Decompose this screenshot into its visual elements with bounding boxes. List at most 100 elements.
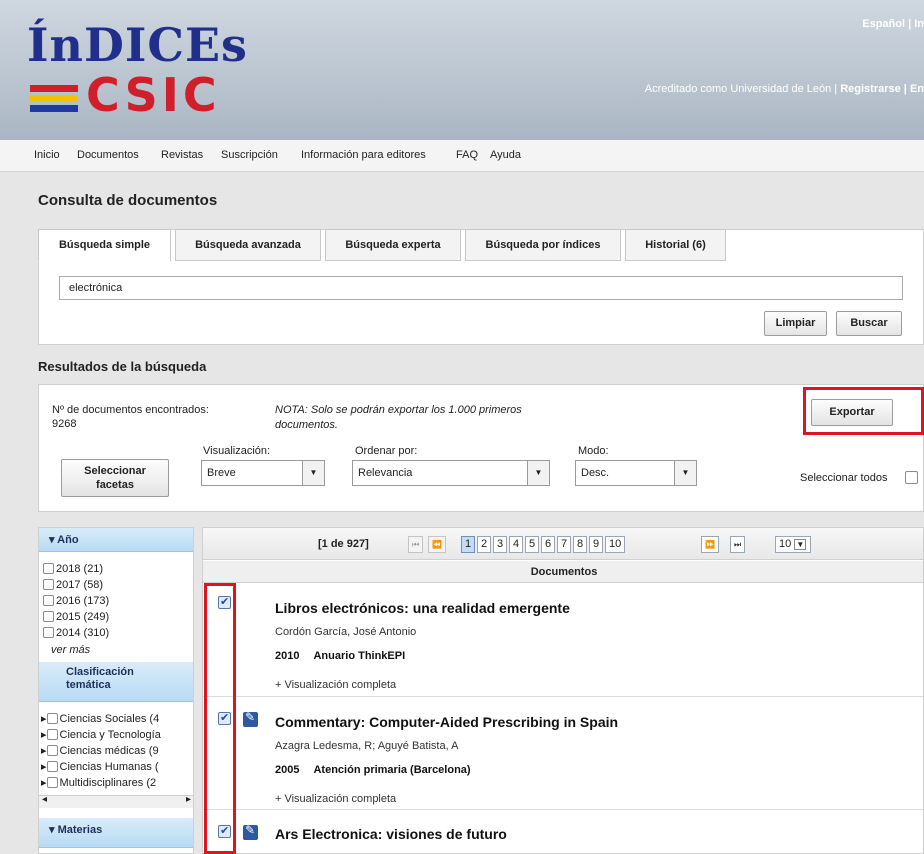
result-item: Ars Electronica: visiones de futuro: [203, 811, 923, 853]
tab-busqueda-simple[interactable]: Búsqueda simple: [38, 229, 171, 262]
facet-checkbox[interactable]: [43, 563, 54, 574]
full-view-link[interactable]: + Visualización completa: [275, 793, 396, 805]
scroll-right-icon[interactable]: ▸: [186, 794, 191, 805]
tab-busqueda-experta[interactable]: Búsqueda experta: [325, 229, 461, 261]
facet-class-item[interactable]: ▸ Ciencias Humanas (: [41, 760, 159, 773]
logo-csic[interactable]: CSIC: [86, 68, 221, 122]
horizontal-scrollbar[interactable]: ◂ ▸: [39, 794, 193, 808]
facet-year-item[interactable]: 2018 (21): [43, 563, 103, 575]
facet-label: 2014 (310): [56, 627, 110, 639]
page-button-4[interactable]: 4: [509, 536, 524, 553]
page-button-6[interactable]: 6: [541, 536, 556, 553]
facet-class-header[interactable]: Clasificación temática: [39, 662, 193, 702]
facet-year-item[interactable]: 2014 (310): [43, 627, 109, 639]
page-button-10[interactable]: 10: [605, 536, 626, 553]
facet-year-item[interactable]: 2016 (173): [43, 595, 109, 607]
clear-button[interactable]: Limpiar: [764, 311, 827, 336]
nav-inicio[interactable]: Inicio: [34, 149, 60, 161]
facet-label: Ciencia y Tecnología: [59, 729, 161, 741]
full-view-link[interactable]: + Visualización completa: [275, 679, 396, 691]
facet-checkbox[interactable]: [46, 713, 58, 724]
per-page-select[interactable]: 10 ▼: [775, 536, 811, 553]
prev-page-icon[interactable]: ⏪: [428, 536, 446, 553]
result-title[interactable]: Ars Electronica: visiones de futuro: [275, 826, 507, 842]
pager-bar: [1 de 927] ⏮ ⏪ 1 2 3 4 5 6 7 8 9 10 ⏩ ⏭ …: [203, 528, 923, 560]
results-list: [1 de 927] ⏮ ⏪ 1 2 3 4 5 6 7 8 9 10 ⏩ ⏭ …: [202, 527, 924, 854]
nav-documentos[interactable]: Documentos: [77, 149, 139, 161]
scroll-left-icon[interactable]: ◂: [42, 794, 47, 805]
chevron-down-icon: ▼: [794, 539, 807, 550]
facet-class-title-2: temática: [66, 679, 111, 691]
facet-checkbox[interactable]: [46, 745, 58, 756]
page-button-8[interactable]: 8: [573, 536, 588, 553]
tab-historial[interactable]: Historial (6): [625, 229, 726, 261]
last-page-icon[interactable]: ⏭: [730, 536, 746, 553]
register-link[interactable]: Registrarse | En: [840, 83, 924, 95]
select-all-label: Seleccionar todos: [800, 472, 888, 484]
facet-checkbox[interactable]: [46, 761, 58, 772]
facet-year-header[interactable]: ▾ Año: [39, 528, 193, 552]
nav-faq[interactable]: FAQ: [456, 149, 478, 161]
facet-label: Ciencias Sociales (4: [59, 713, 160, 725]
view-value: Breve: [207, 467, 236, 479]
facet-checkbox[interactable]: [43, 579, 54, 590]
facet-checkbox[interactable]: [46, 777, 58, 788]
page-button-7[interactable]: 7: [557, 536, 572, 553]
facet-class-item[interactable]: ▸ Ciencia y Tecnología: [41, 728, 161, 741]
edit-icon[interactable]: [243, 823, 258, 840]
facet-materias-header[interactable]: ▾ Materias: [39, 818, 193, 848]
page-button-2[interactable]: 2: [477, 536, 492, 553]
tab-busqueda-avanzada[interactable]: Búsqueda avanzada: [175, 229, 321, 261]
logo-indices[interactable]: ÍnDICEs: [27, 18, 248, 72]
page-button-1[interactable]: 1: [461, 536, 476, 553]
facet-class-item[interactable]: ▸ Multidisciplinares (2: [41, 776, 156, 789]
search-button[interactable]: Buscar: [836, 311, 902, 336]
facet-checkbox[interactable]: [43, 595, 54, 606]
facet-class-title-1: Clasificación: [66, 666, 134, 678]
facet-label: 2017 (58): [56, 579, 104, 591]
facet-class-item[interactable]: ▸ Ciencias médicas (9: [41, 744, 159, 757]
facet-label: 2016 (173): [56, 595, 110, 607]
facet-checkbox[interactable]: [46, 729, 58, 740]
mode-value: Desc.: [581, 467, 610, 479]
result-journal[interactable]: Atención primaria (Barcelona): [313, 764, 470, 776]
facet-class-item[interactable]: ▸ Ciencias Sociales (4: [41, 712, 159, 725]
page-button-5[interactable]: 5: [525, 536, 540, 553]
view-select[interactable]: Breve ▼: [201, 460, 325, 486]
see-more-link[interactable]: ver más: [51, 644, 90, 656]
result-item: Commentary: Computer-Aided Prescribing i…: [203, 698, 923, 810]
results-title: Resultados de la búsqueda: [38, 359, 207, 374]
select-facets-button[interactable]: Seleccionar facetas: [61, 459, 169, 497]
page-range: [1 de 927]: [318, 538, 369, 550]
page-button-3[interactable]: 3: [493, 536, 508, 553]
edit-icon[interactable]: [243, 710, 258, 727]
facet-year-item[interactable]: 2015 (249): [43, 611, 109, 623]
facet-checkbox[interactable]: [43, 627, 54, 638]
accredited-text: Acreditado como Universidad de León |: [644, 83, 838, 95]
facet-checkbox[interactable]: [43, 611, 54, 622]
nav-informacion-editores[interactable]: Información para editores: [301, 149, 426, 161]
sort-select[interactable]: Relevancia ▼: [352, 460, 550, 486]
next-page-icon[interactable]: ⏩: [701, 536, 719, 553]
chevron-down-icon: ▼: [527, 461, 549, 485]
search-input[interactable]: electrónica: [59, 276, 903, 300]
select-facets-line2: facetas: [96, 479, 134, 491]
result-title[interactable]: Commentary: Computer-Aided Prescribing i…: [275, 714, 618, 730]
found-label: Nº de documentos encontrados:: [52, 404, 209, 416]
first-page-icon[interactable]: ⏮: [408, 536, 424, 553]
language-switch[interactable]: Español | In: [862, 18, 924, 30]
nav-revistas[interactable]: Revistas: [161, 149, 203, 161]
facet-year-item[interactable]: 2017 (58): [43, 579, 103, 591]
nav-ayuda[interactable]: Ayuda: [490, 149, 521, 161]
result-item: Libros electrónicos: una realidad emerge…: [203, 584, 923, 697]
per-page-value: 10: [779, 538, 792, 550]
nav-suscripcion[interactable]: Suscripción: [221, 149, 278, 161]
result-title[interactable]: Libros electrónicos: una realidad emerge…: [275, 600, 570, 616]
select-all-checkbox[interactable]: [905, 471, 918, 484]
mode-select[interactable]: Desc. ▼: [575, 460, 697, 486]
tab-busqueda-indices[interactable]: Búsqueda por índices: [465, 229, 621, 261]
logo-stripes: [30, 85, 78, 115]
facet-year-title: Año: [57, 534, 79, 546]
page-button-9[interactable]: 9: [589, 536, 604, 553]
result-journal[interactable]: Anuario ThinkEPI: [313, 650, 405, 662]
